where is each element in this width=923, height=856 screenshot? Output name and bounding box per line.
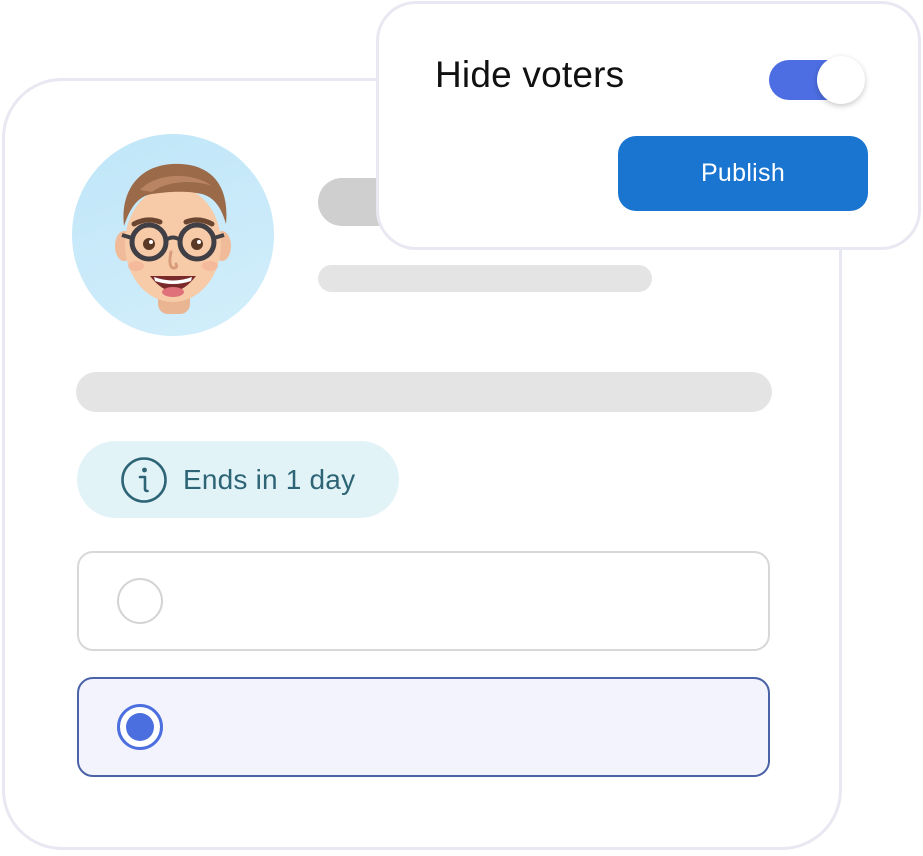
toggle-knob bbox=[817, 56, 865, 104]
hide-voters-label: Hide voters bbox=[435, 54, 625, 95]
hide-voters-toggle[interactable] bbox=[769, 56, 869, 104]
settings-popover: Hide voters Publish bbox=[376, 1, 921, 250]
radio-checked[interactable] bbox=[117, 704, 163, 750]
deadline-badge: Ends in 1 day bbox=[77, 441, 399, 518]
memoji-avatar-icon bbox=[115, 163, 231, 314]
radio-unchecked[interactable] bbox=[117, 578, 163, 624]
poll-option-1[interactable] bbox=[77, 551, 770, 651]
avatar bbox=[72, 134, 274, 336]
poll-illustration: Ends in 1 day Hide voters Publish bbox=[0, 0, 923, 856]
deadline-text: Ends in 1 day bbox=[183, 463, 356, 495]
question-placeholder bbox=[76, 372, 772, 412]
publish-button[interactable]: Publish bbox=[618, 136, 868, 211]
info-icon bbox=[121, 456, 167, 503]
poll-option-2[interactable] bbox=[77, 677, 770, 777]
subtitle-placeholder bbox=[318, 265, 652, 292]
